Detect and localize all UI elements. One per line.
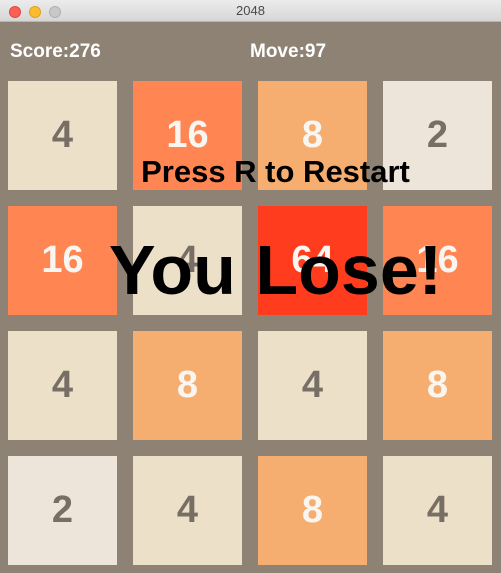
tile-r4-c1: 2 [8,456,117,565]
game-window: 2048 Score:276 Move:97 4 16 8 2 16 4 64 16 4 8 4 8 2… [0,0,501,573]
tile-r4-c2: 4 [133,456,242,565]
tile-r4-c3: 8 [258,456,367,565]
tile-r3-c4: 8 [383,331,492,440]
tile-r3-c2: 8 [133,331,242,440]
restart-prompt: Press R to Restart [141,154,410,189]
tile-r4-c4: 4 [383,456,492,565]
tile-r3-c1: 4 [8,331,117,440]
tile-r3-c3: 4 [258,331,367,440]
game-over-message: You Lose! [108,231,443,309]
